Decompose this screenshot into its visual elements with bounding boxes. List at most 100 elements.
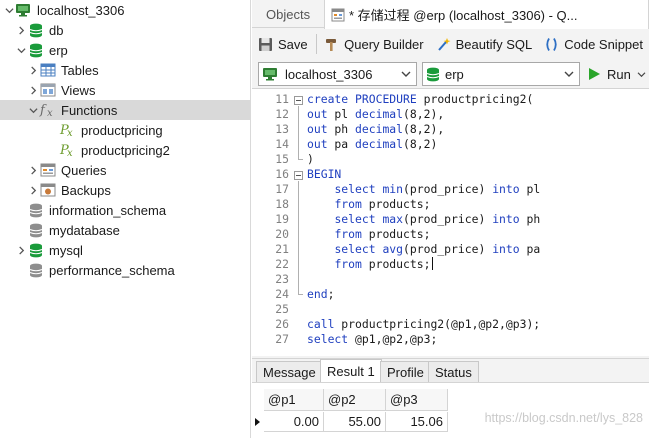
code-line[interactable]: 17 select min(prod_price) into pl [252, 182, 649, 197]
tab-objects[interactable]: Objects [256, 0, 320, 28]
tree-item-performance-schema[interactable]: performance_schema [0, 260, 251, 280]
tab-bar: Objects * 存储过程 @erp (localhost_3306) - Q… [252, 0, 649, 29]
tree-item-productpricing2[interactable]: Px productpricing2 [0, 140, 251, 160]
tree-item-erp[interactable]: erp [0, 40, 251, 60]
connection-select[interactable]: localhost_3306 [258, 62, 417, 86]
tree-item-label: Tables [61, 62, 99, 78]
connection-value: localhost_3306 [285, 66, 373, 82]
code-line[interactable]: 19 select max(prod_price) into ph [252, 212, 649, 227]
column-header[interactable]: @p1 [264, 389, 324, 411]
code-line[interactable]: 22 from products; [252, 257, 649, 272]
column-header[interactable]: @p3 [386, 389, 448, 411]
tab-result-1[interactable]: Result 1 [320, 359, 382, 383]
query-builder-button[interactable]: Query Builder [318, 31, 429, 57]
tree-item-tables[interactable]: Tables [0, 60, 251, 80]
result-tab-bar: Message Result 1 Profile Status [252, 358, 649, 383]
table-icon [39, 62, 57, 78]
save-button[interactable]: Save [252, 31, 314, 57]
code-line[interactable]: 21 select avg(prod_price) into pa [252, 242, 649, 257]
database-value: erp [445, 66, 464, 82]
code-line[interactable]: 25 [252, 302, 649, 317]
code-line[interactable]: 20 from products; [252, 227, 649, 242]
code-line[interactable]: 13 out ph decimal(8,2), [252, 122, 649, 137]
tree-item-label: performance_schema [49, 262, 175, 278]
tree-item-label: erp [49, 42, 68, 58]
code-line[interactable]: 11 create PROCEDURE productpricing2( [252, 92, 649, 107]
code-text: select max(prod_price) into ph [334, 212, 541, 226]
grid-cell[interactable]: 0.00 [264, 412, 324, 432]
code-line[interactable]: 23 [252, 272, 649, 287]
svg-text:x: x [67, 148, 73, 158]
tab-label: Objects [266, 6, 311, 22]
code-line[interactable]: 27 select @p1,@p2,@p3; [252, 332, 649, 347]
sql-editor[interactable]: 11 create PROCEDURE productpricing2(12 out… [252, 88, 649, 356]
hammer-icon [326, 38, 337, 51]
procedure-icon: Px [59, 142, 77, 158]
save-label: Save [278, 36, 308, 52]
code-text: out ph decimal(8,2), [307, 122, 445, 136]
tab-label: Result 1 [327, 364, 375, 379]
code-line[interactable]: 18 from products; [252, 197, 649, 212]
beautify-sql-button[interactable]: Beautify SQL [430, 31, 539, 57]
run-button[interactable]: Run [586, 62, 646, 86]
tree-item-queries[interactable]: Queries [0, 160, 251, 180]
code-text: from products; [334, 227, 431, 241]
chevron-down-icon[interactable] [15, 40, 27, 60]
query-tab-icon [331, 8, 345, 22]
tree-item-label: db [49, 22, 64, 38]
tab-label: Message [263, 365, 316, 380]
code-line[interactable]: 16 BEGIN [252, 167, 649, 182]
line-number: 25 [275, 302, 289, 316]
chevron-right-icon[interactable] [27, 180, 39, 200]
chevron-right-icon[interactable] [15, 240, 27, 260]
grid-cell-value: 0.00 [293, 414, 319, 429]
chevron-right-icon[interactable] [15, 20, 27, 40]
chevron-right-icon[interactable] [27, 60, 39, 80]
parentheses-icon [546, 37, 557, 51]
tree-item-productpricing[interactable]: Px productpricing [0, 120, 251, 140]
chevron-down-icon[interactable] [637, 71, 646, 78]
tree-item-label: productpricing2 [81, 142, 170, 158]
database-icon [27, 202, 45, 218]
svg-text:x: x [67, 128, 73, 138]
tree-item-label: Functions [61, 102, 118, 118]
chevron-right-icon[interactable] [27, 160, 39, 180]
database-select[interactable]: erp [422, 62, 580, 86]
column-header[interactable]: @p2 [324, 389, 386, 411]
tree-item-functions[interactable]: fx Functions [0, 100, 251, 120]
tree-item-label: information_schema [49, 202, 167, 218]
tab-profile[interactable]: Profile [380, 361, 431, 383]
code-text: select min(prod_price) into pl [334, 182, 541, 196]
tree-item-db[interactable]: db [0, 20, 251, 40]
chevron-right-icon[interactable] [27, 80, 39, 100]
tree-item-backups[interactable]: Backups [0, 180, 251, 200]
tab-status[interactable]: Status [428, 361, 479, 383]
tab-message[interactable]: Message [256, 361, 323, 383]
code-snippet-button[interactable]: Code Snippet [538, 31, 649, 57]
grid-cell[interactable]: 15.06 [386, 412, 448, 432]
tree-item-views[interactable]: Views [0, 80, 251, 100]
tab-query[interactable]: * 存储过程 @erp (localhost_3306) - Q... [324, 0, 649, 29]
code-text: out pl decimal(8,2), [307, 107, 445, 121]
tree-item-information-schema[interactable]: information_schema [0, 200, 251, 220]
code-line[interactable]: 26 call productpricing2(@p1,@p2,@p3); [252, 317, 649, 332]
database-icon [27, 242, 45, 258]
chevron-down-icon [563, 67, 575, 81]
tree-item-mydatabase[interactable]: mydatabase [0, 220, 251, 240]
code-text: select avg(prod_price) into pa [334, 242, 541, 256]
chevron-down-icon[interactable] [3, 0, 15, 20]
beautify-sql-label: Beautify SQL [455, 36, 533, 52]
code-snippet-label: Code Snippet [564, 36, 643, 52]
run-label: Run [607, 66, 631, 82]
code-line[interactable]: 24 end; [252, 287, 649, 302]
code-line[interactable]: 12 out pl decimal(8,2), [252, 107, 649, 122]
line-number: 11 [275, 92, 289, 106]
chevron-down-icon[interactable] [27, 100, 39, 120]
code-line[interactable]: 15) [252, 152, 649, 167]
code-text: from products; [334, 257, 431, 271]
tree-item-connection[interactable]: localhost_3306 [0, 0, 251, 20]
result-grid: @p1 @p2 @p3 0.00 55.00 15.06 https://blo… [252, 382, 649, 438]
tree-item-mysql[interactable]: mysql [0, 240, 251, 260]
code-line[interactable]: 14 out pa decimal(8,2) [252, 137, 649, 152]
grid-cell[interactable]: 55.00 [324, 412, 386, 432]
